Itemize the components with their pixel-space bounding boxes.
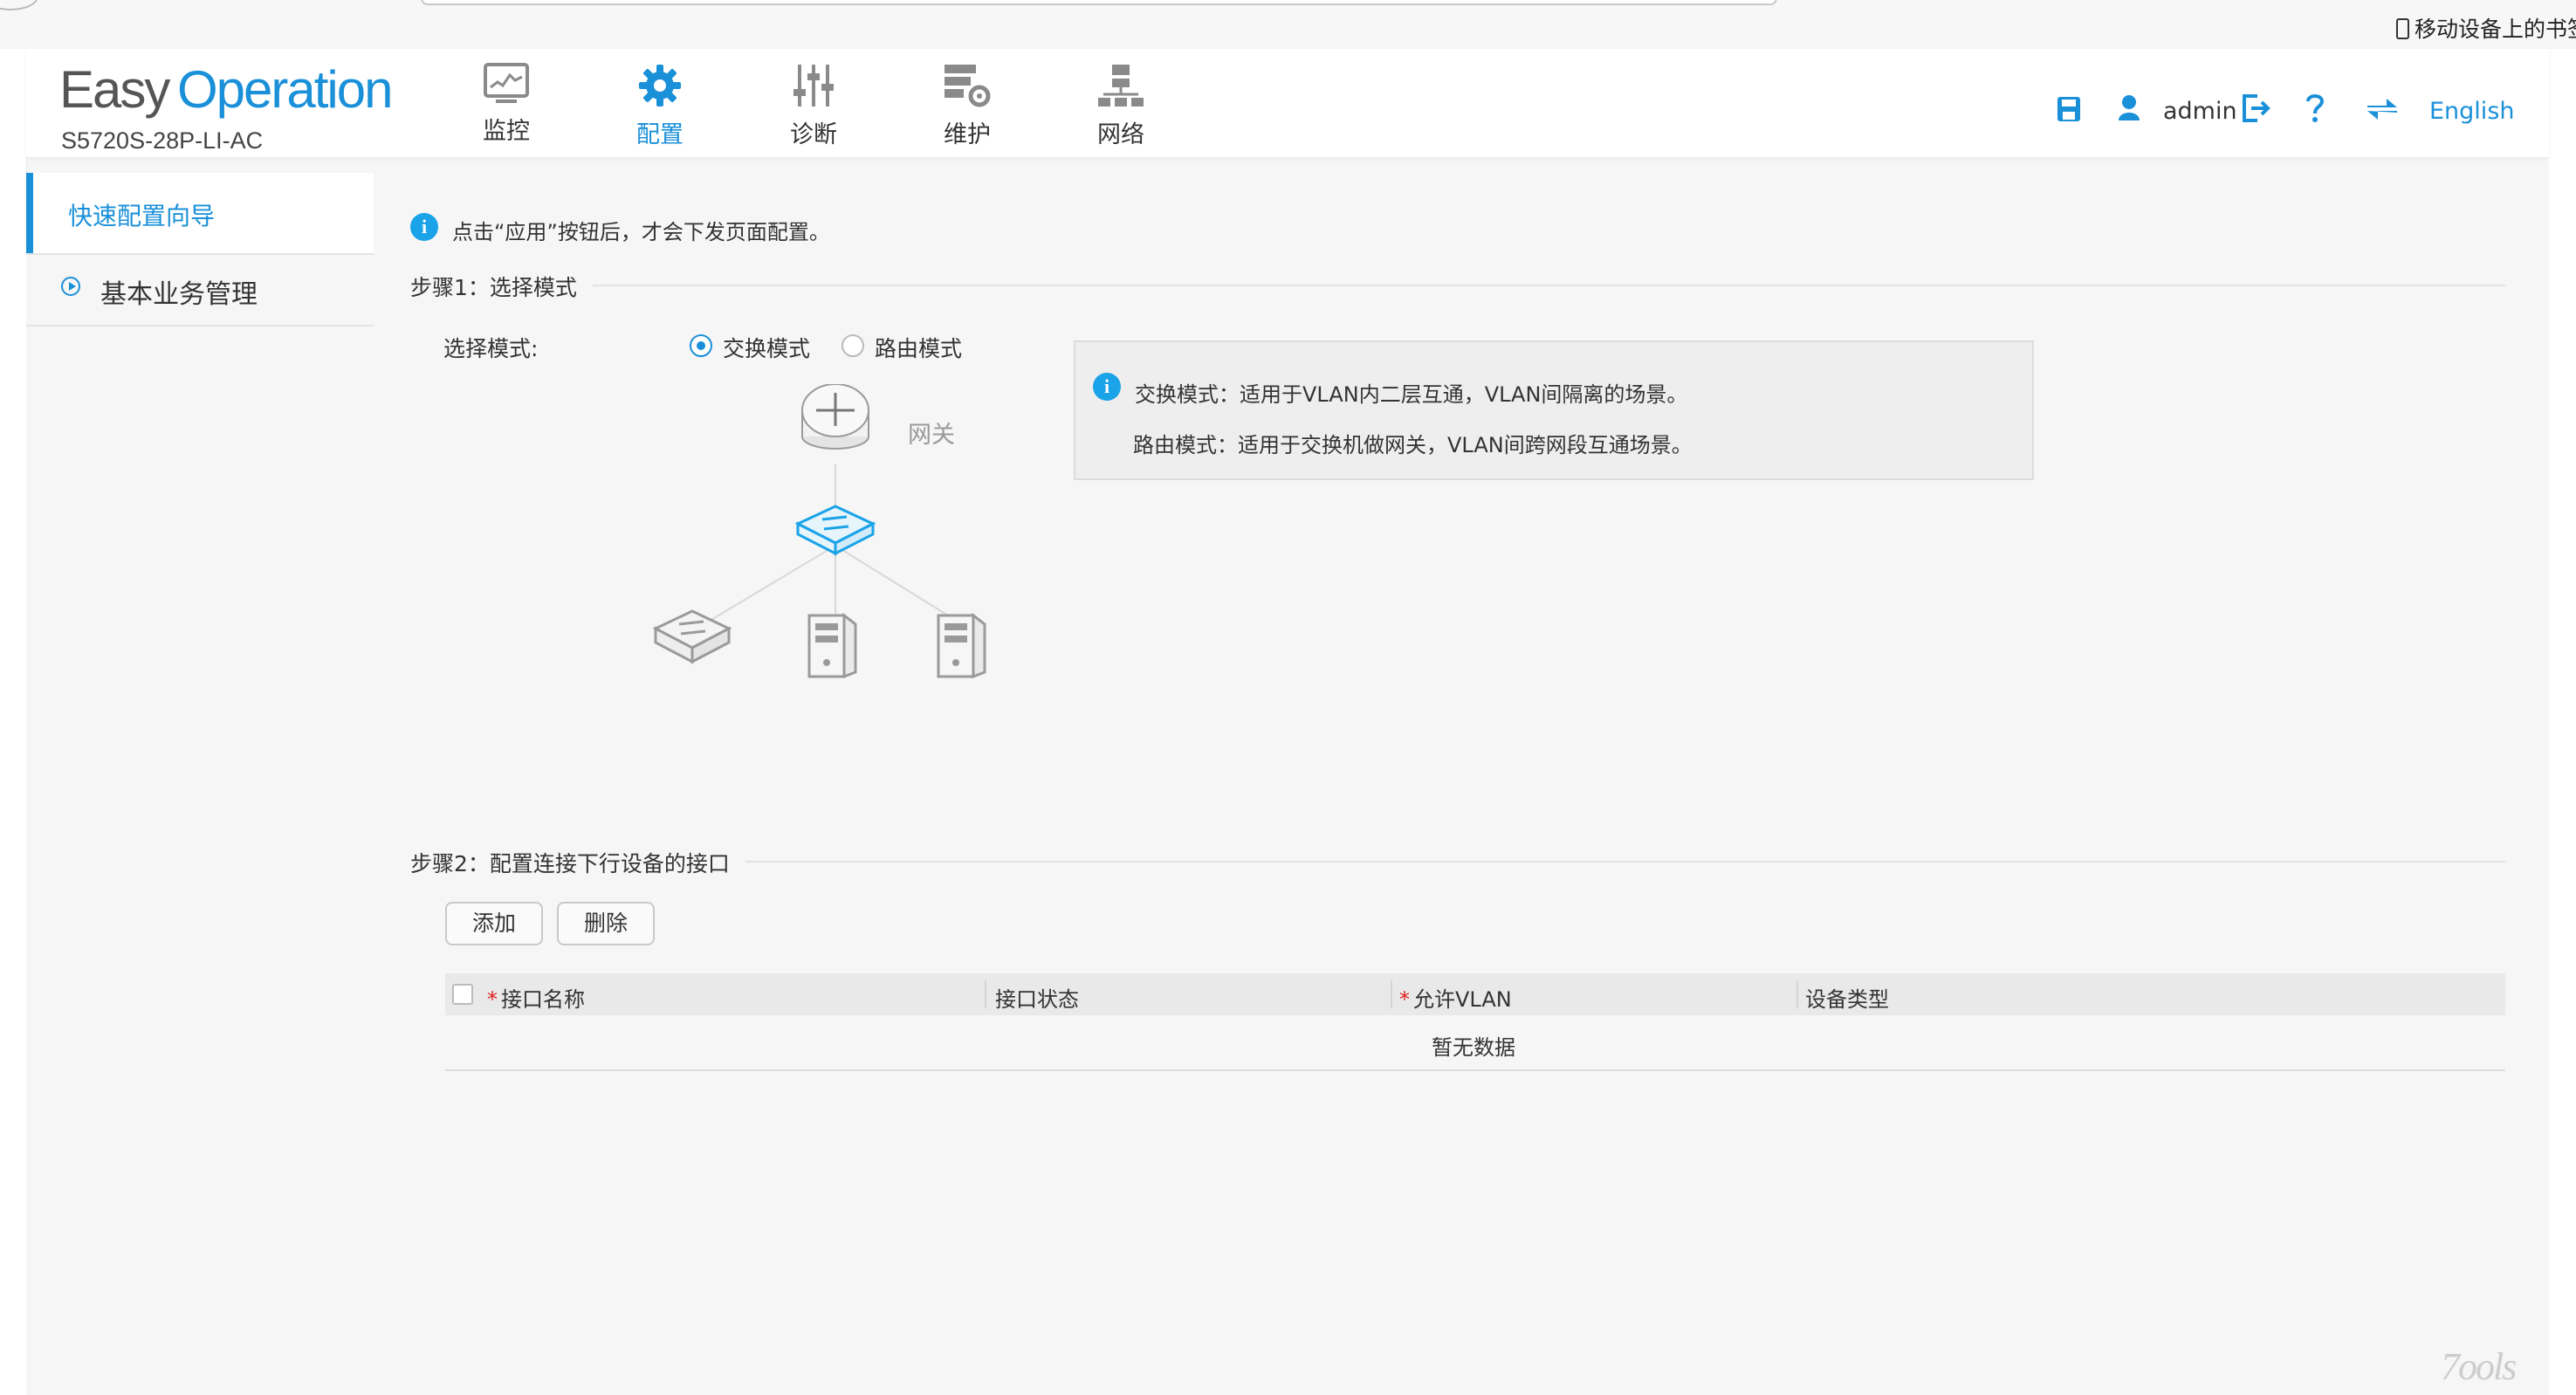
switch-mode-desc: 交换模式：适用于VLAN内二层互通，VLAN间隔离的场景。 [1135,382,1688,407]
switch-mode-radio[interactable] [690,334,712,357]
table-empty-text: 暂无数据 [1432,1035,1515,1060]
table-header: * 接口名称 接口状态 * 允许VLAN 设备类型 [445,973,2505,1015]
column-allowed-vlan[interactable]: * 允许VLAN [1399,982,1512,1013]
table-bottom-border [445,1069,2505,1071]
left-margin [0,49,27,1395]
route-mode-label[interactable]: 路由模式 [875,332,962,363]
expand-icon [61,277,80,296]
select-all-checkbox[interactable] [452,984,473,1005]
nav-maintenance[interactable]: 维护 [919,63,1015,149]
route-mode-desc: 路由模式：适用于交换机做网关，VLAN间跨网段互通场景。 [1133,433,1693,457]
mode-label: 选择模式: [443,336,539,361]
nav-monitor-label: 监控 [483,118,530,145]
sidebar-item-label: 快速配置向导 [68,202,216,230]
device-model: S5720S-28P-LI-AC [61,127,264,154]
current-user: admin [2163,98,2237,125]
gear-icon [639,65,681,107]
step2-title: 步骤2：配置连接下行设备的接口 [410,847,745,878]
switch-mode-label[interactable]: 交换模式 [723,332,810,363]
mobile-bookmarks[interactable]: 移动设备上的书签 [2396,12,2576,44]
right-margin [2549,49,2576,1395]
help-icon[interactable] [2305,93,2325,122]
column-separator [1391,980,1392,1008]
step1-divider [410,285,2505,286]
router-icon [801,384,869,450]
column-interface-name[interactable]: * 接口名称 [487,982,585,1013]
nav-maintenance-label: 维护 [944,121,991,148]
sidebar [26,173,375,1395]
logo-operation: Operation [177,60,393,119]
sidebar-item-quick-wizard[interactable]: 快速配置向导 [26,173,374,253]
logout-icon[interactable] [2242,94,2271,122]
column-device-type[interactable]: 设备类型 [1805,982,1889,1013]
apply-notice: 点击“应用”按钮后，才会下发页面配置。 [452,220,830,244]
nav-network-label: 网络 [1097,121,1144,148]
sidebar-item-basic-service[interactable]: 基本业务管理 [26,255,374,326]
save-icon[interactable] [2057,96,2081,122]
user-icon [2119,95,2140,120]
info-icon: i [1093,373,1121,401]
mobile-bookmarks-label: 移动设备上的书签 [2415,17,2576,42]
nav-monitor[interactable]: 监控 [458,63,554,146]
nav-config[interactable]: 配置 [612,63,708,149]
nav-network[interactable]: 网络 [1073,63,1169,149]
phone-icon [2396,18,2409,39]
topology-diagram [652,384,986,679]
language-switch[interactable]: English [2429,98,2515,125]
add-button[interactable]: 添加 [445,902,543,945]
sidebar-item-label: 基本业务管理 [100,279,258,310]
access-switch-icon [652,609,732,664]
switch-language-icon[interactable] [2366,96,2399,122]
delete-button[interactable]: 删除 [557,902,655,945]
column-separator [1796,980,1798,1008]
server-icon [937,612,986,679]
info-icon: i [410,213,438,241]
mode-info-box [1074,340,2034,480]
column-interface-status[interactable]: 接口状态 [995,982,1079,1013]
watermark: 7ools [2441,1345,2517,1388]
nav-diagnose[interactable]: 诊断 [766,63,862,149]
monitor-icon [484,63,529,103]
sliders-icon [793,65,834,107]
maintenance-icon [945,65,991,107]
server-icon [807,612,857,679]
browser-toolbar [0,0,2576,50]
network-icon [1098,65,1144,107]
step1-title: 步骤1：选择模式 [410,271,593,302]
nav-diagnose-label: 诊断 [790,121,837,148]
column-separator [985,980,986,1008]
route-mode-radio[interactable] [841,334,864,357]
switch-icon [794,505,876,556]
address-bar[interactable] [421,0,1777,5]
gateway-label: 网关 [908,422,955,449]
nav-config-label: 配置 [636,121,683,148]
logo-easy: Easy [59,60,170,119]
